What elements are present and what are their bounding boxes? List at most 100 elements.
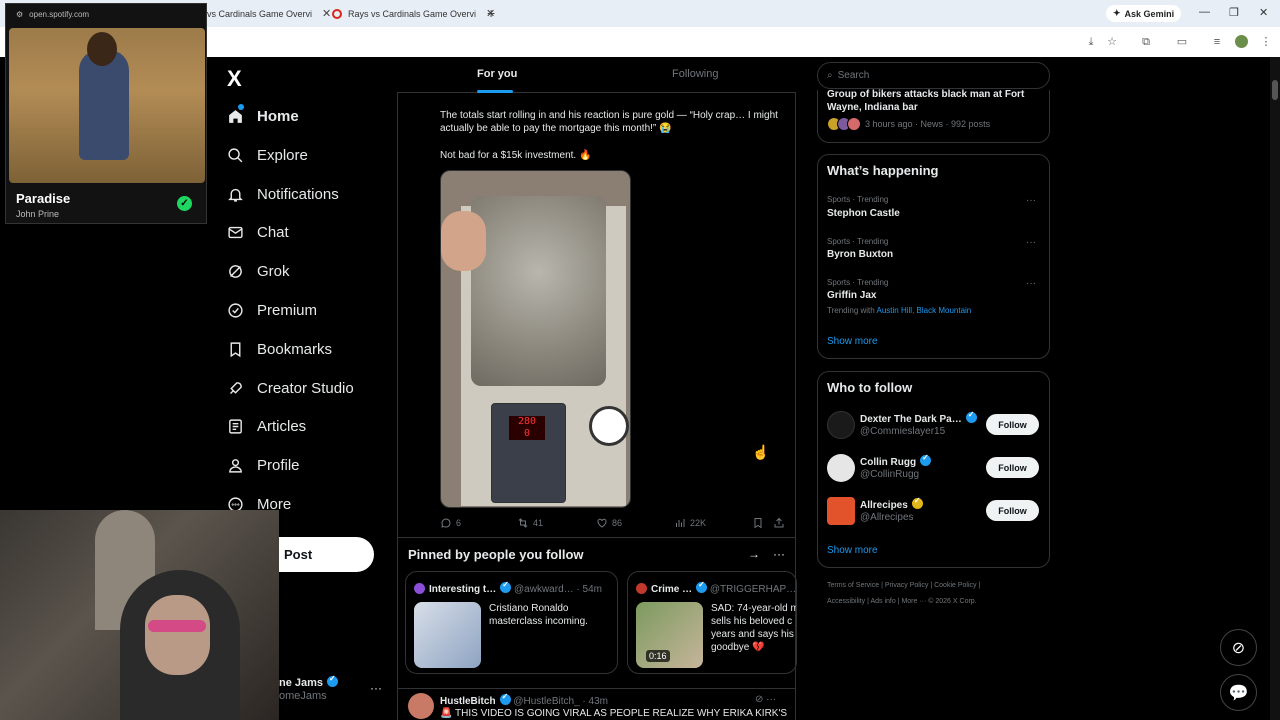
sidebar-icon[interactable]: ▭ — [1176, 36, 1188, 48]
grok-fab-button[interactable]: ⊘ — [1220, 629, 1257, 666]
grok-actions-icon[interactable]: ⊘ ··· — [755, 694, 776, 705]
reply-icon — [441, 518, 451, 528]
trend-more-icon[interactable]: ··· — [1026, 195, 1036, 206]
repost-count: 41 — [533, 518, 544, 528]
pinned-card-1[interactable]: Interesting t… @awkward… · 54m Cristiano… — [405, 571, 618, 674]
nav-grok[interactable]: Grok — [227, 258, 290, 284]
nav-bookmarks[interactable]: Bookmarks — [227, 336, 332, 362]
like-count: 86 — [612, 518, 623, 528]
close-window-icon[interactable]: ✕ — [1259, 6, 1268, 19]
trend-link[interactable]: Austin Hill — [877, 306, 913, 315]
follow-suggestion-name[interactable]: Allrecipes — [860, 496, 923, 511]
follow-button[interactable]: Follow — [986, 500, 1039, 521]
gemini-icon: ✦ — [1113, 8, 1121, 18]
account-menu-icon[interactable]: ··· — [370, 681, 382, 695]
follow-suggestion-name[interactable]: Dexter The Dark Pa… — [860, 410, 977, 425]
nav-explore[interactable]: Explore — [227, 142, 308, 168]
trend-item[interactable]: Stephon Castle — [827, 208, 900, 219]
saved-check-icon[interactable]: ✓ — [177, 196, 192, 211]
footer-links[interactable]: Terms of Service | Privacy Policy | Cook… — [827, 582, 980, 589]
nav-articles[interactable]: Articles — [227, 413, 306, 439]
tweet-time: · 43m — [582, 696, 608, 707]
avatar[interactable] — [408, 693, 434, 719]
pinned-card-2[interactable]: Crime … @TRIGGERHAP… 0:16 SAD: 74-year-o… — [627, 571, 797, 674]
card-handle: @awkward… — [514, 584, 574, 595]
menu-icon[interactable]: ⋮ — [1260, 36, 1272, 48]
grok-icon — [229, 264, 242, 278]
trend-link[interactable]: Black Mountain — [917, 306, 972, 315]
profile-avatar[interactable] — [1235, 35, 1248, 48]
avatar[interactable] — [827, 411, 855, 439]
nav-label: Bookmarks — [257, 340, 333, 358]
search-box[interactable]: ⌕ — [817, 62, 1050, 89]
tab-following[interactable]: Following — [672, 68, 718, 80]
trend-item[interactable]: Griffin Jax — [827, 290, 876, 301]
arrow-right-icon[interactable]: → — [748, 547, 760, 561]
account-name[interactable]: ne Jams — [279, 674, 339, 689]
tab-label: vs Cardinals Game Overvi — [207, 8, 313, 19]
share-button[interactable] — [773, 517, 785, 529]
footer-links-2[interactable]: Accessibility | Ads info | More ··· © 20… — [827, 598, 977, 605]
follow-button[interactable]: Follow — [986, 457, 1039, 478]
extensions-icon[interactable]: ⧉ — [1140, 36, 1152, 48]
settings-icon[interactable]: ⚙ — [16, 10, 23, 19]
new-tab-icon[interactable]: + — [487, 5, 495, 21]
nav-notifications[interactable]: Notifications — [227, 181, 339, 207]
verified-badge-icon — [499, 692, 511, 705]
bookmark-button[interactable] — [752, 517, 764, 529]
close-tab-icon[interactable]: ✕ — [322, 7, 331, 20]
install-app-icon[interactable]: ⤓ — [1085, 36, 1097, 48]
pinned-section-title: Pinned by people you follow — [408, 547, 584, 562]
like-button[interactable]: 86 — [596, 517, 622, 529]
suggestion-name-text: Dexter The Dark Pa… — [860, 414, 962, 425]
tab-for-you[interactable]: For you — [477, 68, 517, 80]
show-more-trends-link[interactable]: Show more — [827, 336, 878, 347]
scrollbar-thumb[interactable] — [1272, 80, 1278, 100]
more-options-icon[interactable]: ··· — [773, 547, 785, 561]
x-logo-icon[interactable]: X — [227, 66, 242, 92]
streamer-face — [145, 595, 210, 675]
tweet-author[interactable]: HustleBitch — [440, 696, 496, 707]
scrollbar[interactable] — [1270, 57, 1280, 720]
trend-more-icon[interactable]: ··· — [1026, 278, 1036, 289]
nav-creator-studio[interactable]: Creator Studio — [227, 375, 354, 401]
notification-dot — [238, 104, 244, 110]
trending-with: Trending with Austin Hill, Black Mountai… — [827, 306, 972, 315]
follow-button[interactable]: Follow — [986, 414, 1039, 435]
nav-label: Profile — [257, 456, 300, 474]
tweet-media-image[interactable]: 280 0 — [440, 170, 631, 508]
browser-tab-1[interactable]: vs Cardinals Game Overvi ✕ — [207, 0, 331, 27]
browser-tab-2[interactable]: Rays vs Cardinals Game Overvi ✕ — [332, 0, 495, 27]
card-handle: @TRIGGERHAP… — [709, 584, 797, 595]
spotify-mini-player[interactable]: ⚙ open.spotify.com Paradise John Prine ✓ — [5, 3, 207, 224]
video-duration: 0:16 — [646, 650, 670, 662]
trend-category: Sports · Trending — [827, 237, 889, 246]
mail-icon — [228, 226, 243, 238]
trending-with-prefix: Trending with — [827, 306, 875, 315]
search-input[interactable] — [837, 70, 1018, 81]
views-button[interactable]: 22K — [674, 517, 706, 529]
nav-profile[interactable]: Profile — [227, 452, 300, 478]
ask-gemini-button[interactable]: ✦ Ask Gemini — [1106, 5, 1182, 22]
post-button[interactable]: Post — [279, 537, 374, 572]
avatar[interactable] — [827, 497, 855, 525]
media-control-icon[interactable]: ≡ — [1211, 36, 1223, 48]
nav-chat[interactable]: Chat — [227, 219, 289, 245]
bookmark-star-icon[interactable]: ☆ — [1106, 36, 1118, 48]
repost-button[interactable]: 41 — [517, 517, 543, 529]
news-title[interactable]: Group of bikers attacks black man at For… — [827, 88, 1037, 114]
suggestion-name-text: Collin Rugg — [860, 457, 917, 468]
trend-item[interactable]: Byron Buxton — [827, 249, 893, 260]
show-more-follow-link[interactable]: Show more — [827, 545, 878, 556]
reply-button[interactable]: 6 — [440, 517, 461, 529]
restore-icon[interactable]: ❐ — [1229, 6, 1239, 19]
nav-premium[interactable]: Premium — [227, 297, 317, 323]
follow-suggestion-name[interactable]: Collin Rugg — [860, 453, 932, 468]
avatar[interactable] — [827, 454, 855, 482]
nav-home[interactable]: Home — [227, 103, 299, 129]
messages-fab-button[interactable]: 💬 — [1220, 674, 1257, 711]
avatar — [847, 117, 861, 131]
minimize-icon[interactable]: — — [1199, 6, 1210, 18]
tab-label: Rays vs Cardinals Game Overvi — [348, 8, 477, 19]
trend-more-icon[interactable]: ··· — [1026, 237, 1036, 248]
